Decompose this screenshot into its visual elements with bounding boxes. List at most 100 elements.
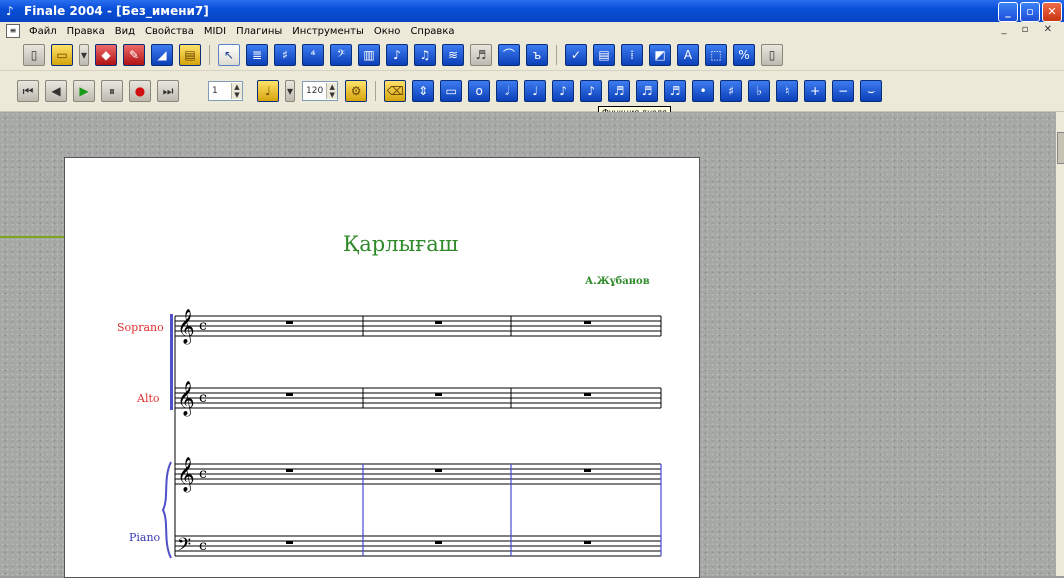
tempo-stepper[interactable]: 120 ▲ ▼: [302, 81, 339, 101]
score-page[interactable]: Қарлығаш А.Жұбанов Soprano Alto Piano 𝄞 …: [64, 157, 700, 578]
vertical-scrollbar[interactable]: [1055, 112, 1064, 576]
tempo-value[interactable]: 120: [303, 86, 326, 96]
tempo-dropdown-icon[interactable]: ▾: [285, 80, 295, 102]
finale-app-icon[interactable]: ♪: [6, 4, 20, 18]
selection-tool-icon[interactable]: ↖: [218, 44, 240, 66]
natural-icon[interactable]: ♮: [776, 80, 799, 102]
menu-plugins[interactable]: Плагины: [231, 26, 287, 37]
mass-edit-icon[interactable]: ♫: [414, 44, 436, 66]
toolbar-separator: [556, 45, 557, 65]
resize-tool-icon[interactable]: ⬚: [705, 44, 727, 66]
rewind-icon[interactable]: ⏮: [17, 80, 39, 102]
fast-forward-icon[interactable]: ⏭: [157, 80, 179, 102]
flat-icon[interactable]: ♭: [748, 80, 771, 102]
menu-tools[interactable]: Инструменты: [287, 26, 369, 37]
title-bar: ♪ Finale 2004 - [Без_имени7] _ ▫ ✕: [0, 0, 1064, 22]
score-staves[interactable]: 𝄞 c 𝄞 c 𝄞 c 𝄢 c: [65, 158, 699, 577]
speedy-entry-icon[interactable]: ◆: [95, 44, 117, 66]
half-step-up-icon[interactable]: +: [804, 80, 827, 102]
simple-entry-icon[interactable]: ✎: [123, 44, 145, 66]
mdi-controls[interactable]: _ ▫ ✕: [1001, 24, 1058, 35]
text-tool-icon[interactable]: A: [677, 44, 699, 66]
record-icon[interactable]: ●: [129, 80, 151, 102]
play-icon[interactable]: ▶: [73, 80, 95, 102]
tie-icon[interactable]: ⌣: [860, 80, 883, 102]
soprano-common-time: c: [199, 318, 207, 334]
stepper-arrows-icon[interactable]: ▲ ▼: [231, 83, 242, 99]
breve-icon[interactable]: ▭: [440, 80, 463, 102]
pause-icon[interactable]: ⏸: [101, 80, 123, 102]
graphics-tool-icon[interactable]: ◩: [649, 44, 671, 66]
menu-bar: ≡ Файл Правка Вид Свойства MIDI Плагины …: [0, 22, 1064, 41]
playback-settings-icon[interactable]: ⚙: [345, 80, 368, 102]
playback-toolbar: ⏮ ◀ ▶ ⏸ ● ⏭ 1 ▲ ▼ ♩ ▾ 120 ▲ ▼ ⚙ ⌫ ⇕ ▭ o 𝅗𝅥…: [0, 71, 1064, 112]
main-toolbar: ▯ ▭ ▾ ◆ ✎ ◢ ▤ ↖ ≣ ♯ ⁴ 𝄢 ▥ ♪ ♫ ≋ ♬ ⌒ ъ ✓ …: [0, 40, 1064, 71]
new-document-icon[interactable]: ▯: [23, 44, 45, 66]
piano-bass-common-time: c: [199, 538, 207, 554]
measure-value[interactable]: 1: [209, 86, 231, 96]
sixteenth-note-icon[interactable]: ♬: [608, 80, 631, 102]
piano-bass-clef: 𝄢: [177, 535, 191, 560]
eraser-icon[interactable]: ⌫: [384, 80, 407, 102]
maximize-button[interactable]: ▫: [1020, 2, 1040, 22]
soprano-treble-clef: 𝄞: [177, 309, 195, 345]
piano-brace: [161, 461, 172, 559]
articulation-icon[interactable]: ✓: [565, 44, 587, 66]
sharp-icon[interactable]: ♯: [720, 80, 743, 102]
choir-bracket: [170, 314, 173, 410]
menu-window[interactable]: Окно: [369, 26, 406, 37]
menu-edit[interactable]: Правка: [62, 26, 110, 37]
measure-stepper[interactable]: 1 ▲ ▼: [208, 81, 243, 101]
scrollbar-thumb[interactable]: [1057, 132, 1064, 164]
step-back-icon[interactable]: ◀: [45, 80, 67, 102]
tempo-note-icon[interactable]: ♩: [257, 80, 279, 102]
menu-midi[interactable]: MIDI: [199, 26, 231, 37]
chord-tool-icon[interactable]: ♬: [470, 44, 492, 66]
thirty-second-note-icon[interactable]: ♬: [636, 80, 659, 102]
clef-tool-icon[interactable]: 𝄢: [330, 44, 352, 66]
soprano-staff: [175, 315, 662, 337]
hyperscribe-icon[interactable]: ◢: [151, 44, 173, 66]
quarter-note-icon[interactable]: ♩: [524, 80, 547, 102]
sixty-fourth-note-icon[interactable]: ♬: [664, 80, 687, 102]
time-signature-icon[interactable]: ⁴: [302, 44, 324, 66]
percent-tool-icon[interactable]: %: [733, 44, 755, 66]
alto-staff: [175, 387, 662, 409]
alto-common-time: c: [199, 390, 207, 406]
piano-treble-staff: [175, 463, 661, 485]
piano-treble-common-time: c: [199, 466, 207, 482]
up-down-icon[interactable]: ⇕: [412, 80, 435, 102]
half-step-down-icon[interactable]: −: [832, 80, 855, 102]
slur-tool-icon[interactable]: ⌒: [498, 44, 520, 66]
document-icon[interactable]: ≡: [6, 24, 20, 38]
menu-file[interactable]: Файл: [24, 26, 62, 37]
whole-rests: [286, 321, 591, 544]
close-button[interactable]: ✕: [1042, 2, 1062, 22]
expression-icon[interactable]: ▤: [593, 44, 615, 66]
dot-icon[interactable]: •: [692, 80, 715, 102]
lyrics-tool-icon[interactable]: ъ: [526, 44, 548, 66]
staff-tool-icon[interactable]: ≣: [246, 44, 268, 66]
open-folder-icon[interactable]: ▭: [51, 44, 73, 66]
window-title: Finale 2004 - [Без_имени7]: [24, 4, 209, 18]
piano-bass-staff: [175, 535, 661, 557]
piano-treble-clef: 𝄞: [177, 457, 195, 493]
half-note-icon[interactable]: 𝅗𝅥: [496, 80, 519, 102]
dropdown-arrow-icon[interactable]: ▾: [79, 44, 89, 66]
toolbar-separator: [209, 45, 210, 65]
measure-tool-icon[interactable]: ▥: [358, 44, 380, 66]
page-layout-icon[interactable]: ▤: [179, 44, 201, 66]
note-mover-icon[interactable]: ♪: [386, 44, 408, 66]
menu-properties[interactable]: Свойства: [140, 26, 199, 37]
tuplet-icon[interactable]: ♪: [552, 80, 575, 102]
page-icon[interactable]: ▯: [761, 44, 783, 66]
menu-view[interactable]: Вид: [110, 26, 140, 37]
stepper-arrows-icon[interactable]: ▲ ▼: [326, 83, 338, 99]
smart-shape-icon[interactable]: ≋: [442, 44, 464, 66]
whole-note-icon[interactable]: o: [468, 80, 491, 102]
eighth-note-icon[interactable]: ♪: [580, 80, 603, 102]
menu-help[interactable]: Справка: [405, 26, 459, 37]
repeat-tool-icon[interactable]: ⁞: [621, 44, 643, 66]
key-signature-icon[interactable]: ♯: [274, 44, 296, 66]
minimize-button[interactable]: _: [998, 2, 1018, 22]
